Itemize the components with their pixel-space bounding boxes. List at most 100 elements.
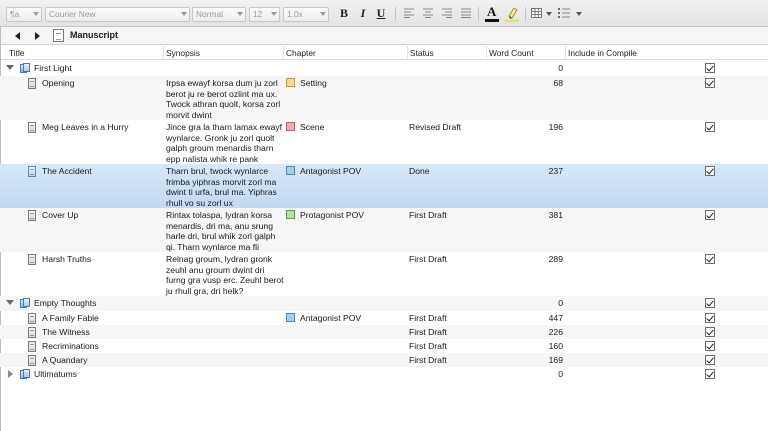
row-title: Ultimatums [34,369,77,379]
row-word-count: 196 [548,122,563,132]
include-in-compile-checkbox[interactable] [705,298,715,308]
line-spacing-value: 1.0x [287,9,303,19]
forward-arrow-icon[interactable] [31,30,43,42]
label-color-swatch [286,313,295,322]
row-synopsis: Jince gra la tharn lamax ewayf wynlarce.… [166,122,283,164]
include-in-compile-checkbox[interactable] [705,355,715,365]
label-color-swatch [286,166,295,175]
table-row-selected[interactable]: The Accident Tharn brul, twock wynlarce … [0,164,768,208]
chevron-down-icon[interactable] [546,12,552,16]
disclosure-open-icon[interactable] [6,300,14,305]
italic-button[interactable]: I [357,5,369,22]
style-combo[interactable]: ¶a [6,7,42,22]
table-row[interactable]: First Light 0 [0,61,768,76]
row-word-count: 289 [548,254,563,264]
folder-icon [20,369,31,380]
row-title: Opening [42,78,75,88]
table-row[interactable]: Harsh Truths Relnag groum, lydran gronk … [0,252,768,296]
table-row[interactable]: Empty Thoughts 0 [0,296,768,311]
bold-button[interactable]: B [337,5,351,22]
chevron-down-icon [237,12,243,16]
column-divider[interactable] [565,46,566,60]
label-color-swatch [286,210,295,219]
document-icon [28,341,36,352]
row-word-count: 160 [548,341,563,351]
column-divider[interactable] [486,46,487,60]
row-chapter: Antagonist POV [300,166,362,176]
format-toolbar: ¶a Courier New Normal 12 1.0x B I U A [0,0,768,27]
include-in-compile-checkbox[interactable] [705,313,715,323]
underline-button[interactable]: U [375,5,387,22]
include-in-compile-checkbox[interactable] [705,78,715,88]
table-row[interactable]: Meg Leaves in a Hurry Jince gra la tharn… [0,120,768,164]
document-icon [53,29,64,42]
chevron-down-icon[interactable] [576,12,582,16]
align-right-icon[interactable] [442,8,453,18]
table-row[interactable]: Opening Irpsa ewayf korsa dum ju zorl be… [0,76,768,120]
row-status: First Draft [409,254,447,264]
label-color-swatch [286,78,295,87]
row-status: Revised Draft [409,122,462,132]
table-icon[interactable] [531,8,542,18]
include-in-compile-checkbox[interactable] [705,166,715,176]
style-combo-value: ¶a [10,9,20,19]
row-title: The Witness [42,327,90,337]
row-status: First Draft [409,210,447,220]
column-header-title[interactable]: Title [9,48,25,58]
table-row[interactable]: Recriminations First Draft 160 [0,339,768,353]
row-status: Done [409,166,430,176]
include-in-compile-checkbox[interactable] [705,63,715,73]
row-title: Empty Thoughts [34,298,97,308]
table-row[interactable]: Ultimatums 0 [0,367,768,382]
text-color-button[interactable]: A [485,5,499,23]
row-chapter: Antagonist POV [300,313,362,323]
column-header-include-in-compile[interactable]: Include in Compile [568,48,637,58]
disclosure-open-icon[interactable] [6,65,14,70]
list-icon[interactable] [558,8,570,18]
column-header-synopsis[interactable]: Synopsis [166,48,200,58]
row-word-count: 68 [553,78,563,88]
row-word-count: 226 [548,327,563,337]
line-spacing-combo[interactable]: 1.0x [283,7,329,22]
include-in-compile-checkbox[interactable] [705,327,715,337]
column-divider[interactable] [407,46,408,60]
disclosure-closed-icon[interactable] [8,370,13,378]
include-in-compile-checkbox[interactable] [705,341,715,351]
label-color-swatch [286,122,295,131]
row-status: First Draft [409,341,447,351]
size-combo[interactable]: 12 [249,7,280,22]
align-center-icon[interactable] [423,8,434,18]
align-justify-icon[interactable] [461,8,472,18]
weight-combo-value: Normal [196,9,223,19]
font-combo[interactable]: Courier New [45,7,190,22]
column-divider[interactable] [283,46,284,60]
document-icon [28,313,36,324]
editor-header-bar: Manuscript [0,27,768,45]
include-in-compile-checkbox[interactable] [705,369,715,379]
document-icon [28,166,36,177]
column-header-status[interactable]: Status [410,48,434,58]
row-title: Recriminations [42,341,99,351]
column-header-chapter[interactable]: Chapter [286,48,316,58]
highlighter-icon[interactable] [505,6,519,22]
include-in-compile-checkbox[interactable] [705,254,715,264]
column-divider[interactable] [163,46,164,60]
weight-combo[interactable]: Normal [192,7,246,22]
toolbar-divider [395,7,396,21]
table-row[interactable]: A Quandary First Draft 169 [0,353,768,367]
row-word-count: 169 [548,355,563,365]
row-synopsis: Irpsa ewayf korsa dum ju zorl berot ju r… [166,78,281,120]
table-row[interactable]: The Witness First Draft 226 [0,325,768,339]
column-header-word-count[interactable]: Word Count [489,48,534,58]
include-in-compile-checkbox[interactable] [705,122,715,132]
document-icon [28,210,36,221]
include-in-compile-checkbox[interactable] [705,210,715,220]
back-arrow-icon[interactable] [12,30,24,42]
align-left-icon[interactable] [404,8,415,18]
row-status: First Draft [409,355,447,365]
table-row[interactable]: A Family Fable Antagonist POV First Draf… [0,311,768,325]
chevron-down-icon [33,12,39,16]
table-row[interactable]: Cover Up Rintax tolaspa, lydran korsa me… [0,208,768,252]
document-icon [28,355,36,366]
chevron-down-icon [271,12,277,16]
